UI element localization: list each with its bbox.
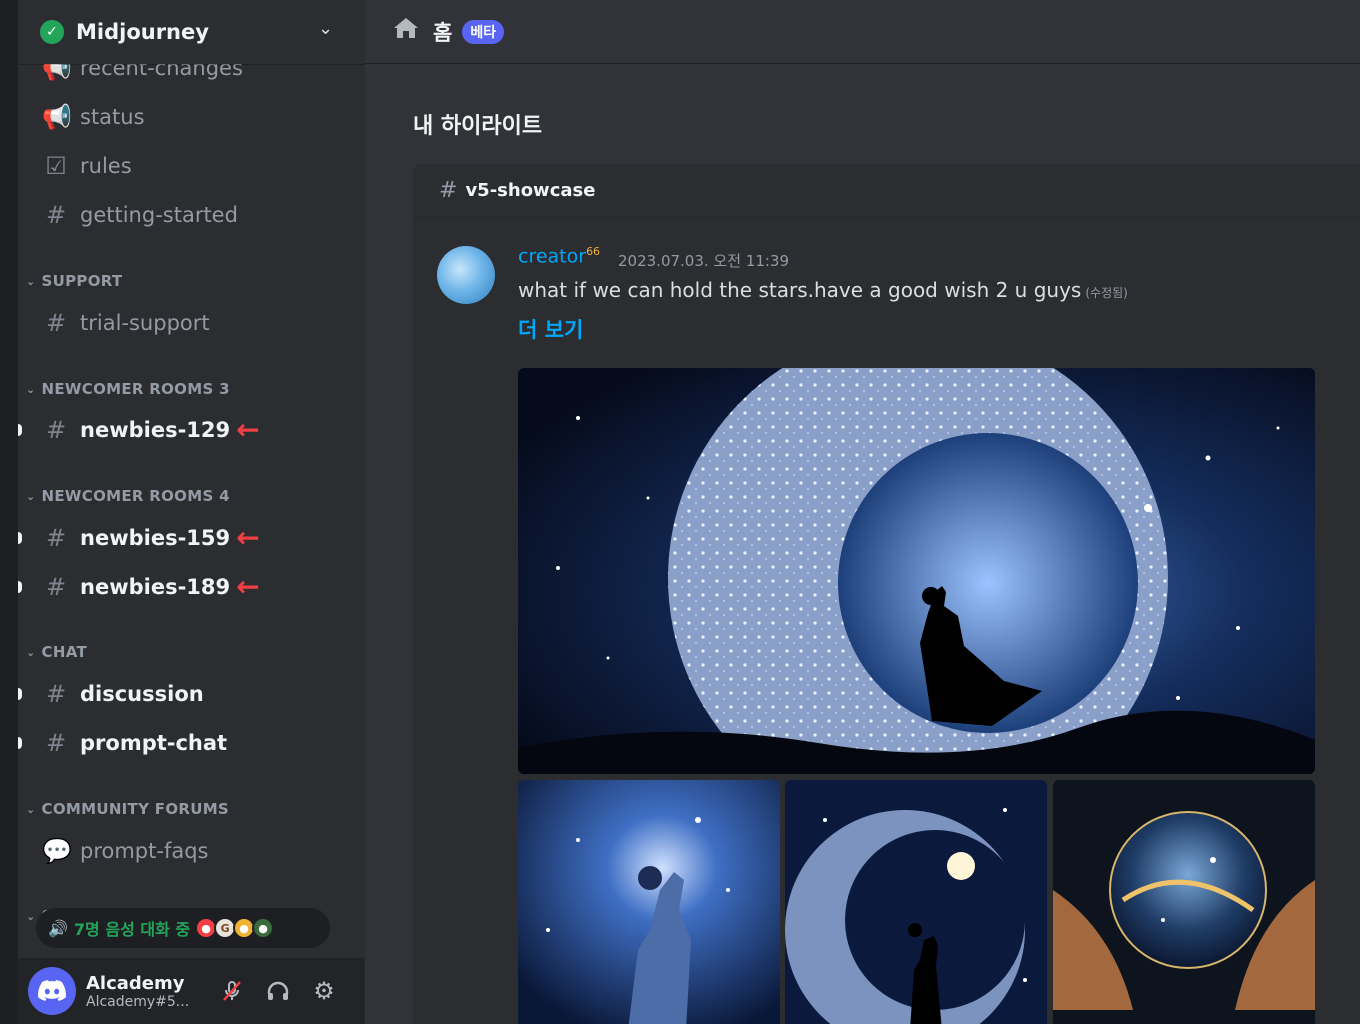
category-label: NEWCOMER ROOMS 4: [41, 487, 230, 505]
chevron-down-icon[interactable]: ⌄: [318, 18, 333, 39]
arrow-left-icon: ←: [236, 521, 260, 554]
chevron-down-icon: ⌄: [26, 489, 36, 503]
discord-logo-icon: [38, 980, 66, 1001]
channel-label: prompt-chat: [80, 731, 228, 755]
user-names[interactable]: Alcademy Alcademy#5...: [86, 973, 206, 1010]
discord-window: ✓ Midjourney ⌄ 📢 recent-changes 📢 status…: [0, 0, 1360, 1024]
category-label: CHAT: [41, 643, 87, 661]
message-text: what if we can hold the stars.have a goo…: [518, 278, 1128, 302]
channel-label: status: [80, 105, 145, 129]
unread-indicator: [18, 581, 22, 593]
section-title: 내 하이라이트: [413, 114, 543, 139]
channel-prompt-faqs[interactable]: 💬 prompt-faqs: [18, 831, 365, 871]
locked-hash-icon: #: [45, 573, 67, 601]
attachment-image-1[interactable]: [518, 780, 780, 1024]
attachment-image-2[interactable]: [785, 780, 1047, 1024]
channel-newbies-189[interactable]: # newbies-189 ←: [18, 567, 365, 607]
category-newcomer-rooms-3[interactable]: ⌄ NEWCOMER ROOMS 3: [26, 379, 230, 399]
home-icon: [393, 16, 419, 47]
headphones-icon[interactable]: [258, 971, 298, 1011]
chevron-down-icon: ⌄: [26, 645, 36, 659]
category-support[interactable]: ⌄ SUPPORT: [26, 271, 122, 291]
server-name: Midjourney: [76, 20, 209, 44]
arrow-left-icon: ←: [236, 413, 260, 446]
channel-newbies-129[interactable]: # newbies-129 ←: [18, 410, 365, 450]
card-header[interactable]: # v5-showcase: [413, 164, 1360, 218]
unread-indicator: [18, 532, 22, 544]
page-title: 홈: [433, 20, 453, 45]
megaphone-icon: 📢: [42, 103, 72, 131]
see-more-link[interactable]: 더 보기: [518, 314, 583, 344]
edited-label: (수정됨): [1085, 286, 1128, 300]
arrow-left-icon: ←: [236, 570, 260, 603]
avatar[interactable]: [28, 967, 76, 1015]
hash-icon: #: [439, 178, 458, 203]
avatar: ●: [252, 917, 275, 939]
unread-indicator: [18, 688, 22, 700]
chevron-down-icon: ⌄: [26, 382, 36, 396]
voice-status: 7명 음성 대화 중: [73, 920, 191, 939]
message-body: what if we can hold the stars.have a goo…: [518, 278, 1082, 302]
category-label: SUPPORT: [41, 272, 123, 290]
channel-label: trial-support: [80, 311, 210, 335]
category-community-forums[interactable]: ⌄ COMMUNITY FORUMS: [26, 799, 229, 819]
message-timestamp: 2023.07.03. 오전 11:39: [618, 252, 790, 270]
channel-label: newbies-189: [80, 575, 231, 599]
message-author[interactable]: creator66: [518, 245, 600, 267]
channel-label: prompt-faqs: [80, 839, 209, 863]
chevron-down-icon: ⌄: [26, 909, 36, 923]
channel-prompt-chat[interactable]: # prompt-chat: [18, 723, 365, 763]
hash-icon: #: [45, 201, 67, 229]
channel-label: newbies-129: [80, 418, 231, 442]
attachment-image-3[interactable]: [1053, 780, 1315, 1024]
channel-name: v5-showcase: [465, 180, 596, 201]
gear-icon[interactable]: ⚙: [304, 971, 344, 1011]
server-rail: [0, 0, 18, 1024]
speaker-icon: 🔊: [48, 918, 68, 938]
channel-label: getting-started: [80, 203, 238, 227]
top-bar: 홈 베타: [365, 0, 1360, 64]
avatar[interactable]: [437, 246, 495, 304]
unread-indicator: [18, 737, 22, 749]
channel-trial-support[interactable]: # trial-support: [18, 303, 365, 343]
server-header[interactable]: ✓ Midjourney ⌄: [18, 0, 365, 64]
author-name: creator: [518, 245, 587, 268]
highlight-card[interactable]: # v5-showcase creator66 2023.07.03. 오전 1…: [413, 164, 1360, 1024]
channel-status[interactable]: 📢 status: [18, 97, 365, 137]
checkbox-icon: ☑: [45, 152, 67, 180]
unread-indicator: [18, 424, 22, 436]
category-newcomer-rooms-4[interactable]: ⌄ NEWCOMER ROOMS 4: [26, 486, 230, 506]
channel-rules[interactable]: ☑ rules: [18, 146, 365, 186]
voice-activity-pill[interactable]: 🔊 7명 음성 대화 중 ● G ● ●: [36, 908, 330, 948]
beta-badge: 베타: [462, 19, 505, 44]
user-tag: Alcademy#5...: [86, 993, 190, 1010]
chevron-down-icon: ⌄: [26, 274, 36, 288]
microphone-muted-icon[interactable]: [212, 971, 252, 1011]
locked-hash-icon: #: [45, 416, 67, 444]
user-panel: Alcademy Alcademy#5... ⚙: [18, 958, 365, 1024]
forum-icon: 💬: [42, 837, 72, 865]
channel-newbies-159[interactable]: # newbies-159 ←: [18, 518, 365, 558]
channel-sidebar: ✓ Midjourney ⌄ 📢 recent-changes 📢 status…: [18, 0, 365, 1024]
channel-label: discussion: [80, 682, 204, 706]
user-name: Alcademy: [86, 972, 185, 994]
chevron-down-icon: ⌄: [26, 802, 36, 816]
category-label: NEWCOMER ROOMS 3: [41, 380, 230, 398]
category-label: COMMUNITY FORUMS: [41, 800, 230, 818]
channel-getting-started[interactable]: # getting-started: [18, 195, 365, 235]
locked-hash-icon: #: [45, 524, 67, 552]
hash-thread-icon: #: [45, 680, 67, 708]
hash-icon: #: [45, 309, 67, 337]
attachment-image-main[interactable]: [518, 368, 1315, 774]
verified-icon: ✓: [40, 20, 64, 44]
channel-label: rules: [80, 154, 132, 178]
author-badge: 66: [586, 245, 601, 258]
channel-discussion[interactable]: # discussion: [18, 674, 365, 714]
channel-label: newbies-159: [80, 526, 231, 550]
category-chat[interactable]: ⌄ CHAT: [26, 642, 87, 662]
hash-thread-icon: #: [45, 729, 67, 757]
